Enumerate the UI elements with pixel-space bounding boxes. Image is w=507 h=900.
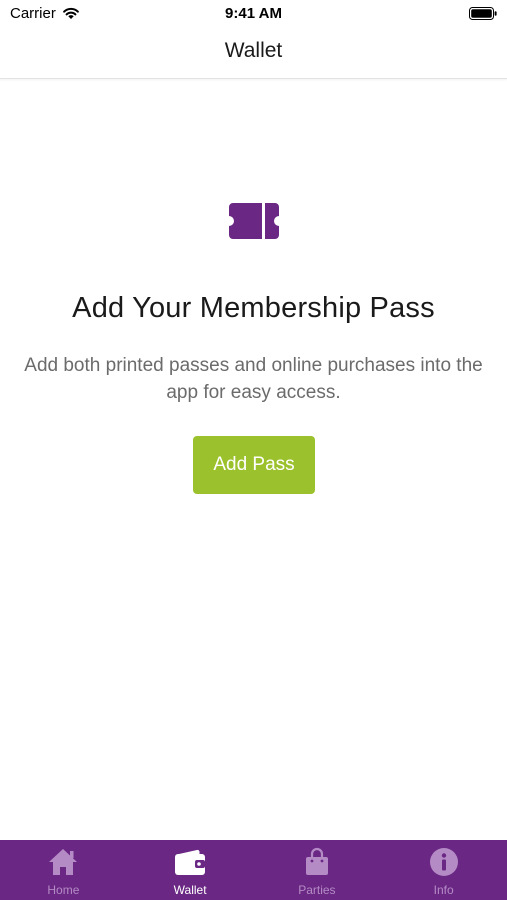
navigation-bar: Wallet (0, 28, 507, 79)
tab-parties[interactable]: Parties (254, 840, 381, 900)
house-icon (49, 849, 78, 875)
tab-label-parties: Parties (298, 883, 336, 897)
status-time: 9:41 AM (225, 5, 282, 22)
tab-wallet[interactable]: Wallet (127, 840, 254, 900)
tab-label-info: Info (433, 883, 454, 897)
wallet-icon (175, 849, 206, 875)
info-icon (429, 848, 458, 876)
status-bar: Carrier 9:41 AM (0, 0, 507, 28)
empty-state-headline: Add Your Membership Pass (72, 292, 435, 324)
tab-home[interactable]: Home (0, 840, 127, 900)
battery-icon (469, 7, 497, 20)
add-pass-button[interactable]: Add Pass (193, 436, 315, 494)
empty-state-description: Add both printed passes and online purch… (24, 355, 483, 403)
tab-info[interactable]: Info (380, 840, 507, 900)
tab-label-home: Home (47, 883, 80, 897)
tab-label-wallet: Wallet (173, 883, 207, 897)
shopping-bag-icon (305, 847, 328, 875)
page-title: Wallet (224, 39, 283, 62)
ticket-icon (229, 203, 279, 239)
tab-bar: Home Wallet Parties Info (0, 840, 507, 900)
